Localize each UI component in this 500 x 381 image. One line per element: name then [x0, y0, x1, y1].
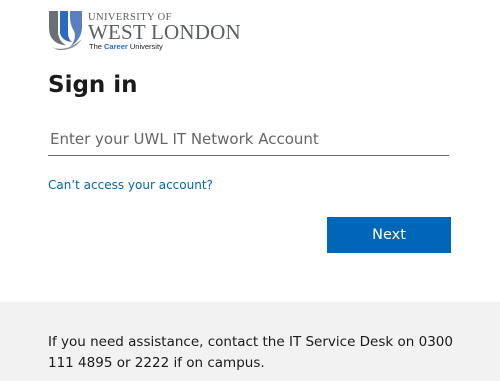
tagline-accent: Career: [104, 42, 128, 51]
university-logo: UNIVERSITY OF WEST LONDON The Career Uni…: [46, 9, 241, 53]
help-footer: If you need assistance, contact the IT S…: [0, 302, 500, 381]
uwl-shield-logo-icon: [49, 11, 82, 51]
help-text: If you need assistance, contact the IT S…: [48, 334, 453, 371]
logo-tagline: The Career University: [89, 42, 163, 51]
tagline-prefix: The: [89, 42, 105, 51]
page-title: Sign in: [48, 72, 138, 98]
tagline-suffix: University: [127, 42, 163, 51]
next-button[interactable]: Next: [327, 217, 451, 253]
cant-access-account-link[interactable]: Can’t access your account?: [48, 178, 213, 192]
account-input[interactable]: [48, 122, 449, 156]
signin-page: UNIVERSITY OF WEST LONDON The Career Uni…: [0, 0, 500, 381]
